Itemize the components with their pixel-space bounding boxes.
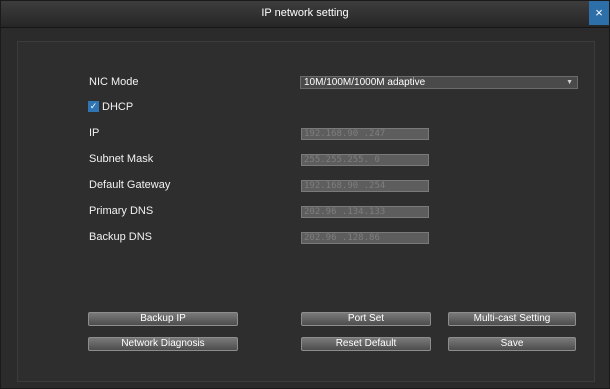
network-diagnosis-button[interactable]: Network Diagnosis	[88, 337, 238, 351]
dialog-title: IP network setting	[261, 7, 349, 19]
multicast-setting-button[interactable]: Multi-cast Setting	[448, 312, 576, 326]
nic-mode-select[interactable]: 10M/100M/1000M adaptive ▼	[300, 76, 578, 89]
backup-dns-label: Backup DNS	[89, 231, 152, 243]
primary-dns-field[interactable]: 202.96 .134.133	[301, 206, 429, 218]
backup-dns-field[interactable]: 202.96 .128.86	[301, 232, 429, 244]
default-gateway-label: Default Gateway	[89, 179, 171, 191]
subnet-mask-field[interactable]: 255.255.255. 0	[301, 154, 429, 166]
dhcp-label: DHCP	[102, 101, 134, 113]
dhcp-checkbox[interactable]: ✓	[88, 101, 99, 112]
save-button[interactable]: Save	[448, 337, 576, 351]
reset-default-button[interactable]: Reset Default	[301, 337, 431, 351]
primary-dns-label: Primary DNS	[89, 205, 154, 217]
chevron-down-icon: ▼	[566, 79, 573, 86]
nic-mode-value: 10M/100M/1000M adaptive	[304, 77, 426, 88]
close-icon[interactable]: ×	[589, 1, 609, 25]
ip-network-setting-dialog: IP network setting × NIC Mode 10M/100M/1…	[0, 0, 610, 389]
title-bar: IP network setting ×	[1, 1, 609, 28]
nic-mode-label: NIC Mode	[89, 76, 139, 88]
ip-field[interactable]: 192.168.90 .247	[301, 128, 429, 140]
ip-label: IP	[89, 127, 100, 139]
check-icon: ✓	[89, 101, 98, 111]
backup-ip-button[interactable]: Backup IP	[88, 312, 238, 326]
default-gateway-field[interactable]: 192.168.90 .254	[301, 180, 429, 192]
port-set-button[interactable]: Port Set	[301, 312, 431, 326]
subnet-mask-label: Subnet Mask	[89, 153, 154, 165]
